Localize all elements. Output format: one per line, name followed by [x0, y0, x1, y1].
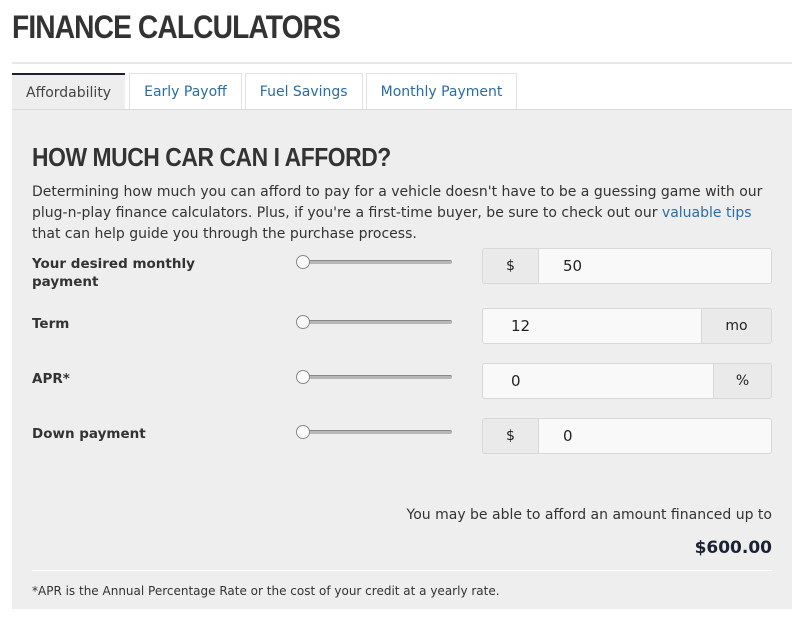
- down-payment-input[interactable]: 0: [538, 418, 772, 454]
- apr-label: APR*: [32, 371, 70, 387]
- slider-thumb[interactable]: [296, 315, 310, 329]
- tab-early-payoff[interactable]: Early Payoff: [129, 73, 242, 110]
- apr-input[interactable]: 0: [482, 363, 714, 399]
- slider-track: [302, 320, 452, 324]
- apr-row: APR* 0 %: [32, 363, 772, 406]
- percent-suffix: %: [714, 363, 772, 399]
- intro-text-end: that can help guide you through the purc…: [32, 226, 417, 242]
- monthly-payment-label: Your desired monthly payment: [32, 256, 195, 290]
- calculator-tabs: Affordability Early Payoff Fuel Savings …: [12, 73, 520, 110]
- term-row: Term 12 mo: [32, 308, 772, 351]
- term-input[interactable]: 12: [482, 308, 702, 344]
- title-divider: [12, 62, 792, 64]
- tab-affordability[interactable]: Affordability: [12, 73, 126, 110]
- tab-monthly-payment[interactable]: Monthly Payment: [365, 73, 518, 110]
- monthly-payment-input[interactable]: 50: [538, 248, 772, 284]
- intro-text-start: Determining how much you can afford to p…: [32, 184, 763, 221]
- apr-slider[interactable]: [296, 370, 452, 384]
- term-input-group: 12 mo: [482, 308, 772, 344]
- section-title: HOW MUCH CAR CAN I AFFORD?: [32, 142, 391, 172]
- apr-footnote: *APR is the Annual Percentage Rate or th…: [32, 584, 500, 598]
- valuable-tips-link[interactable]: valuable tips: [662, 205, 752, 221]
- dollar-prefix: $: [482, 248, 538, 284]
- slider-track: [302, 430, 452, 434]
- apr-input-group: 0 %: [482, 363, 772, 399]
- tab-fuel-savings[interactable]: Fuel Savings: [244, 73, 363, 110]
- term-slider[interactable]: [296, 315, 452, 329]
- slider-track: [302, 260, 452, 264]
- months-suffix: mo: [702, 308, 772, 344]
- down-payment-slider[interactable]: [296, 425, 452, 439]
- footnote-divider: [32, 570, 772, 571]
- page-title: FINANCE CALCULATORS: [12, 9, 341, 45]
- slider-thumb[interactable]: [296, 370, 310, 384]
- affordability-panel: HOW MUCH CAR CAN I AFFORD? Determining h…: [12, 109, 792, 609]
- slider-thumb[interactable]: [296, 255, 310, 269]
- term-label: Term: [32, 316, 70, 332]
- down-payment-label: Down payment: [32, 426, 146, 442]
- monthly-payment-slider[interactable]: [296, 255, 452, 269]
- down-payment-row: Down payment $ 0: [32, 418, 772, 461]
- result-value: $600.00: [694, 538, 772, 558]
- dollar-prefix: $: [482, 418, 538, 454]
- intro-text: Determining how much you can afford to p…: [32, 182, 782, 245]
- monthly-payment-row: Your desired monthly payment $ 50: [32, 248, 772, 291]
- monthly-payment-input-group: $ 50: [482, 248, 772, 284]
- slider-track: [302, 375, 452, 379]
- slider-thumb[interactable]: [296, 425, 310, 439]
- down-payment-input-group: $ 0: [482, 418, 772, 454]
- result-label: You may be able to afford an amount fina…: [406, 507, 772, 523]
